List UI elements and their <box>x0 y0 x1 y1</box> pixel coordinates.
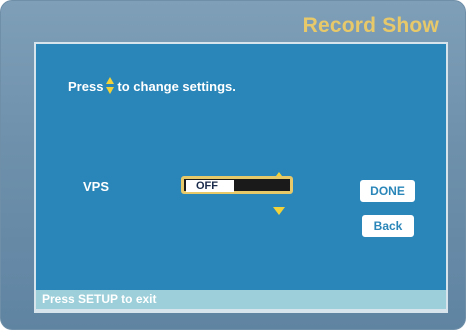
vps-value-selector[interactable]: OFF <box>181 176 293 194</box>
arrow-down-icon[interactable] <box>273 202 285 215</box>
page-title: Record Show <box>302 14 439 37</box>
settings-panel: Press to change settings. VPS OFF DONE B… <box>34 42 448 313</box>
vps-value: OFF <box>186 180 234 192</box>
instruction-prefix: Press <box>68 78 104 94</box>
back-button[interactable]: Back <box>362 215 414 237</box>
done-button[interactable]: DONE <box>360 180 415 202</box>
arrow-up-icon[interactable] <box>273 167 285 180</box>
up-down-arrows-icon <box>105 76 115 96</box>
status-text: Press SETUP to exit <box>42 292 157 306</box>
vps-label: VPS <box>83 179 110 194</box>
dialog-frame: Record Show Press to change settings. VP… <box>0 0 466 330</box>
instruction-text: Press to change settings. <box>68 76 236 96</box>
instruction-suffix: to change settings. <box>117 78 236 94</box>
status-bar: Press SETUP to exit <box>34 290 448 311</box>
